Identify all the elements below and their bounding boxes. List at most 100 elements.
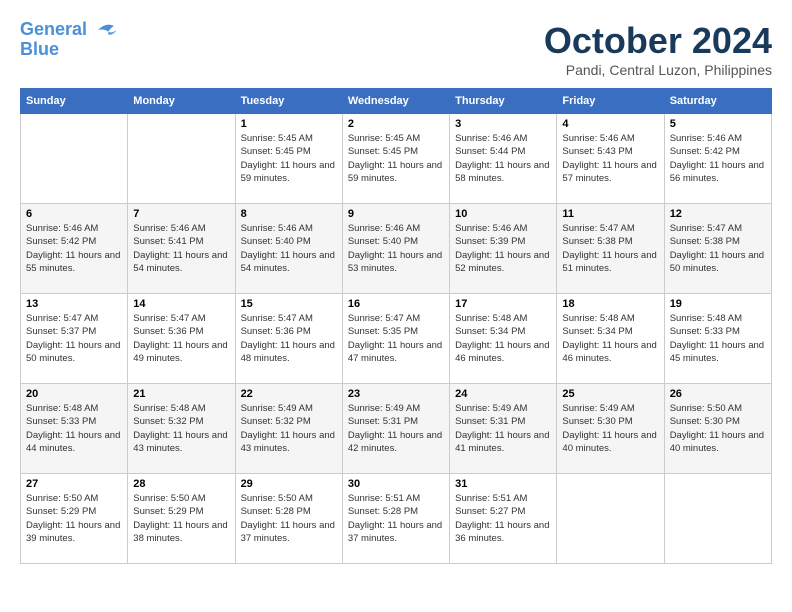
day-number: 3 (455, 118, 551, 130)
day-number: 21 (133, 388, 229, 400)
weekday-header-saturday: Saturday (664, 89, 771, 114)
day-number: 26 (670, 388, 766, 400)
day-info: Sunrise: 5:50 AM Sunset: 5:29 PM Dayligh… (133, 492, 229, 545)
day-info: Sunrise: 5:48 AM Sunset: 5:34 PM Dayligh… (455, 312, 551, 365)
calendar-cell (21, 114, 128, 204)
day-info: Sunrise: 5:47 AM Sunset: 5:36 PM Dayligh… (241, 312, 337, 365)
calendar-cell: 30Sunrise: 5:51 AM Sunset: 5:28 PM Dayli… (342, 474, 449, 564)
weekday-header-sunday: Sunday (21, 89, 128, 114)
day-info: Sunrise: 5:49 AM Sunset: 5:32 PM Dayligh… (241, 402, 337, 455)
day-info: Sunrise: 5:49 AM Sunset: 5:30 PM Dayligh… (562, 402, 658, 455)
day-info: Sunrise: 5:46 AM Sunset: 5:42 PM Dayligh… (670, 132, 766, 185)
day-info: Sunrise: 5:47 AM Sunset: 5:35 PM Dayligh… (348, 312, 444, 365)
calendar-cell: 14 Sunrise: 5:47 AM Sunset: 5:36 PM Dayli… (128, 294, 235, 384)
calendar-cell: 31 Sunrise: 5:51 AM Sunset: 5:27 PM Dayli… (450, 474, 557, 564)
calendar-cell: 23 Sunrise: 5:49 AM Sunset: 5:31 PM Dayli… (342, 384, 449, 474)
day-info: Sunrise: 5:46 AM Sunset: 5:43 PM Dayligh… (562, 132, 658, 185)
day-number: 29 (241, 478, 337, 490)
day-number: 11 (562, 208, 658, 220)
day-number: 16 (348, 298, 444, 310)
day-number: 27 (26, 478, 122, 490)
day-number: 31 (455, 478, 551, 490)
calendar-cell: 28 Sunrise: 5:50 AM Sunset: 5:29 PM Dayli… (128, 474, 235, 564)
day-info: Sunrise: 5:49 AM Sunset: 5:31 PM Dayligh… (348, 402, 444, 455)
calendar-cell: 1 Sunrise: 5:45 AM Sunset: 5:45 PM Daylig… (235, 114, 342, 204)
day-number: 6 (26, 208, 122, 220)
calendar-cell: 25 Sunrise: 5:49 AM Sunset: 5:30 PM Dayli… (557, 384, 664, 474)
day-number: 9 (348, 208, 444, 220)
day-info: Sunrise: 5:46 AM Sunset: 5:40 PM Dayligh… (241, 222, 337, 275)
day-number: 25 (562, 388, 658, 400)
day-info: Sunrise: 5:45 AM Sunset: 5:45 PM Dayligh… (241, 132, 337, 185)
day-number: 18 (562, 298, 658, 310)
day-number: 17 (455, 298, 551, 310)
calendar-cell: 24 Sunrise: 5:49 AM Sunset: 5:31 PM Dayli… (450, 384, 557, 474)
logo-blue: Blue (20, 40, 118, 60)
day-info: Sunrise: 5:48 AM Sunset: 5:34 PM Dayligh… (562, 312, 658, 365)
day-info: Sunrise: 5:51 AM Sunset: 5:27 PM Dayligh… (455, 492, 551, 545)
day-number: 10 (455, 208, 551, 220)
day-number: 12 (670, 208, 766, 220)
calendar-cell: 22 Sunrise: 5:49 AM Sunset: 5:32 PM Dayli… (235, 384, 342, 474)
calendar-cell: 10 Sunrise: 5:46 AM Sunset: 5:39 PM Dayli… (450, 204, 557, 294)
calendar-cell: 11 Sunrise: 5:47 AM Sunset: 5:38 PM Dayli… (557, 204, 664, 294)
calendar-cell: 29 Sunrise: 5:50 AM Sunset: 5:28 PM Dayli… (235, 474, 342, 564)
day-info: Sunrise: 5:47 AM Sunset: 5:36 PM Dayligh… (133, 312, 229, 365)
day-info: Sunrise: 5:47 AM Sunset: 5:37 PM Dayligh… (26, 312, 122, 365)
calendar-cell: 13 Sunrise: 5:47 AM Sunset: 5:37 PM Dayli… (21, 294, 128, 384)
day-info: Sunrise: 5:51 AM Sunset: 5:28 PM Dayligh… (348, 492, 444, 545)
calendar-cell: 4Sunrise: 5:46 AM Sunset: 5:43 PM Daylig… (557, 114, 664, 204)
logo: General Blue (20, 20, 118, 60)
calendar-cell: 15 Sunrise: 5:47 AM Sunset: 5:36 PM Dayli… (235, 294, 342, 384)
day-number: 8 (241, 208, 337, 220)
day-number: 24 (455, 388, 551, 400)
page-header: General Blue October 2024 Pandi, Central… (20, 20, 772, 78)
day-number: 2 (348, 118, 444, 130)
day-info: Sunrise: 5:48 AM Sunset: 5:33 PM Dayligh… (26, 402, 122, 455)
calendar-cell: 26 Sunrise: 5:50 AM Sunset: 5:30 PM Dayli… (664, 384, 771, 474)
calendar-cell (557, 474, 664, 564)
day-number: 7 (133, 208, 229, 220)
day-number: 1 (241, 118, 337, 130)
day-info: Sunrise: 5:46 AM Sunset: 5:39 PM Dayligh… (455, 222, 551, 275)
calendar-cell: 27Sunrise: 5:50 AM Sunset: 5:29 PM Dayli… (21, 474, 128, 564)
weekday-header-tuesday: Tuesday (235, 89, 342, 114)
day-number: 19 (670, 298, 766, 310)
calendar-cell: 2 Sunrise: 5:45 AM Sunset: 5:45 PM Daylig… (342, 114, 449, 204)
logo-text: General (20, 20, 118, 40)
day-info: Sunrise: 5:50 AM Sunset: 5:30 PM Dayligh… (670, 402, 766, 455)
day-info: Sunrise: 5:49 AM Sunset: 5:31 PM Dayligh… (455, 402, 551, 455)
weekday-header-thursday: Thursday (450, 89, 557, 114)
day-info: Sunrise: 5:45 AM Sunset: 5:45 PM Dayligh… (348, 132, 444, 185)
calendar-cell: 7Sunrise: 5:46 AM Sunset: 5:41 PM Daylig… (128, 204, 235, 294)
calendar-cell: 12Sunrise: 5:47 AM Sunset: 5:38 PM Dayli… (664, 204, 771, 294)
day-number: 13 (26, 298, 122, 310)
calendar-cell (128, 114, 235, 204)
day-number: 22 (241, 388, 337, 400)
day-number: 5 (670, 118, 766, 130)
day-number: 14 (133, 298, 229, 310)
calendar-cell: 3Sunrise: 5:46 AM Sunset: 5:44 PM Daylig… (450, 114, 557, 204)
weekday-header-monday: Monday (128, 89, 235, 114)
day-number: 15 (241, 298, 337, 310)
day-info: Sunrise: 5:48 AM Sunset: 5:32 PM Dayligh… (133, 402, 229, 455)
month-title: October 2024 (544, 20, 772, 62)
calendar-cell: 16 Sunrise: 5:47 AM Sunset: 5:35 PM Dayli… (342, 294, 449, 384)
calendar-cell: 20 Sunrise: 5:48 AM Sunset: 5:33 PM Dayli… (21, 384, 128, 474)
calendar-cell: 17 Sunrise: 5:48 AM Sunset: 5:34 PM Dayli… (450, 294, 557, 384)
calendar-cell: 9 Sunrise: 5:46 AM Sunset: 5:40 PM Daylig… (342, 204, 449, 294)
day-info: Sunrise: 5:50 AM Sunset: 5:28 PM Dayligh… (241, 492, 337, 545)
calendar-table: SundayMondayTuesdayWednesdayThursdayFrid… (20, 88, 772, 564)
calendar-cell: 8 Sunrise: 5:46 AM Sunset: 5:40 PM Daylig… (235, 204, 342, 294)
day-number: 20 (26, 388, 122, 400)
calendar-cell: 21 Sunrise: 5:48 AM Sunset: 5:32 PM Dayli… (128, 384, 235, 474)
calendar-cell: 19 Sunrise: 5:48 AM Sunset: 5:33 PM Dayli… (664, 294, 771, 384)
weekday-header-wednesday: Wednesday (342, 89, 449, 114)
day-info: Sunrise: 5:47 AM Sunset: 5:38 PM Dayligh… (562, 222, 658, 275)
day-info: Sunrise: 5:48 AM Sunset: 5:33 PM Dayligh… (670, 312, 766, 365)
day-number: 23 (348, 388, 444, 400)
day-info: Sunrise: 5:46 AM Sunset: 5:40 PM Dayligh… (348, 222, 444, 275)
day-number: 28 (133, 478, 229, 490)
location-subtitle: Pandi, Central Luzon, Philippines (544, 62, 772, 78)
calendar-cell: 18 Sunrise: 5:48 AM Sunset: 5:34 PM Dayli… (557, 294, 664, 384)
